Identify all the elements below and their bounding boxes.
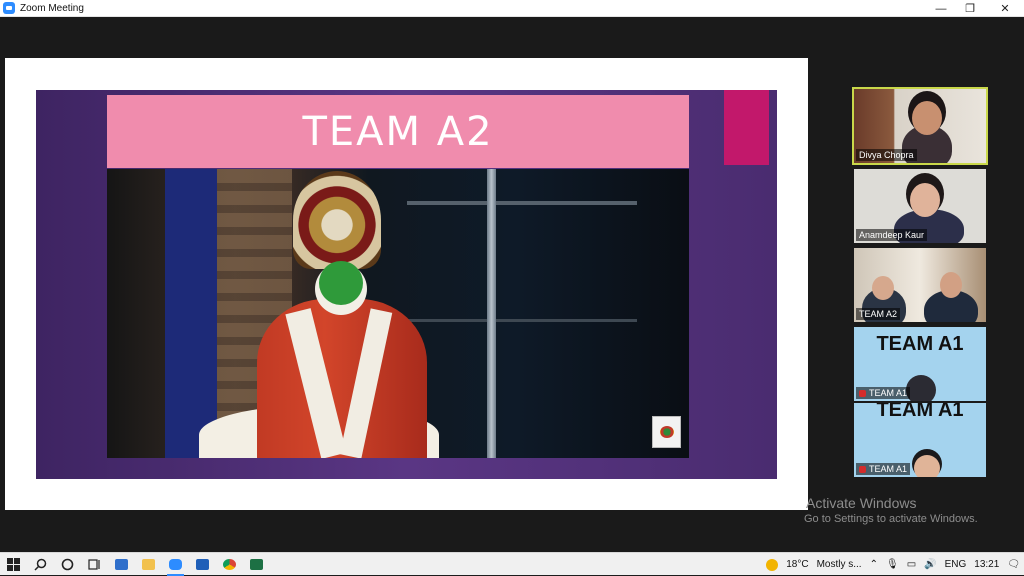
photo-column bbox=[487, 169, 496, 458]
close-button[interactable]: ✕ bbox=[988, 0, 1022, 17]
participant-face bbox=[912, 101, 942, 135]
task-view-icon[interactable] bbox=[81, 553, 108, 576]
participant-face bbox=[910, 183, 940, 217]
photo-logo-badge bbox=[652, 416, 681, 448]
participant-tile-team-a1-2[interactable]: TEAM A1 TEAM A1 bbox=[854, 403, 986, 477]
participant-tile-anamdeep-kaur[interactable]: Anamdeep Kaur bbox=[854, 169, 986, 243]
window-titlebar: Zoom Meeting — ❐ ✕ bbox=[0, 0, 1024, 17]
zoom-icon[interactable] bbox=[162, 553, 189, 576]
dancer-headdress bbox=[293, 171, 381, 269]
team-video-label: TEAM A1 bbox=[876, 403, 964, 421]
participant-face bbox=[872, 276, 894, 300]
photo-beam bbox=[407, 201, 637, 205]
slide-accent-bar bbox=[724, 90, 769, 165]
store-icon[interactable] bbox=[108, 553, 135, 576]
participant-name: TEAM A2 bbox=[856, 308, 901, 320]
chrome-icon[interactable] bbox=[216, 553, 243, 576]
weather-description[interactable]: Mostly s... bbox=[817, 559, 862, 570]
muted-mic-icon bbox=[859, 466, 866, 474]
participant-tile-team-a2[interactable]: TEAM A2 bbox=[854, 248, 986, 322]
chevron-up-icon[interactable]: ⌃ bbox=[870, 559, 878, 570]
excel-icon[interactable] bbox=[243, 553, 270, 576]
zoom-app-icon bbox=[3, 2, 15, 14]
participant-face bbox=[906, 375, 936, 401]
cortana-icon[interactable] bbox=[54, 553, 81, 576]
participant-name: TEAM A1 bbox=[856, 463, 911, 475]
slide-photo bbox=[107, 169, 689, 458]
participant-face bbox=[914, 455, 940, 477]
volume-icon[interactable]: 🔊 bbox=[924, 559, 936, 570]
dancer-face bbox=[319, 261, 363, 305]
clock[interactable]: 13:21 bbox=[974, 559, 999, 570]
file-explorer-icon[interactable] bbox=[135, 553, 162, 576]
windows-taskbar: 18°C Mostly s... ⌃ 🎙 ▭ 🔊 ENG 13:21 🗨 bbox=[0, 552, 1024, 576]
participant-tile-team-a1[interactable]: TEAM A1 TEAM A1 bbox=[854, 327, 986, 401]
participant-name: TEAM A1 bbox=[856, 387, 911, 399]
notifications-icon[interactable]: 🗨 bbox=[1007, 559, 1020, 570]
participant-name: Divya Chopra bbox=[856, 149, 917, 161]
system-tray: 18°C Mostly s... ⌃ 🎙 ▭ 🔊 ENG 13:21 🗨 bbox=[762, 553, 1024, 576]
activate-windows-subtitle: Go to Settings to activate Windows. bbox=[804, 513, 978, 525]
activate-windows-title: Activate Windows bbox=[806, 495, 917, 511]
slide-title-band: TEAM A2 bbox=[107, 95, 689, 168]
weather-temperature[interactable]: 18°C bbox=[786, 559, 808, 570]
meeting-area: TEAM A2 Divya Chopra Anamdeep Kaur TEAM … bbox=[0, 17, 1024, 552]
shared-screen[interactable]: TEAM A2 bbox=[5, 58, 808, 510]
muted-mic-icon bbox=[859, 390, 866, 398]
network-icon[interactable]: ▭ bbox=[907, 559, 916, 570]
microphone-icon[interactable]: 🎙 bbox=[886, 559, 899, 570]
photos-icon[interactable] bbox=[189, 553, 216, 576]
search-icon[interactable] bbox=[27, 553, 54, 576]
presentation-slide: TEAM A2 bbox=[36, 90, 777, 479]
photo-blue-panel bbox=[165, 169, 217, 458]
photo-beam-lower bbox=[407, 319, 637, 322]
language-indicator[interactable]: ENG bbox=[945, 559, 967, 570]
maximize-button[interactable]: ❐ bbox=[953, 0, 987, 17]
participant-tile-divya-chopra[interactable]: Divya Chopra bbox=[852, 87, 988, 165]
participant-name: Anamdeep Kaur bbox=[856, 229, 928, 241]
weather-icon[interactable] bbox=[766, 558, 779, 571]
slide-title: TEAM A2 bbox=[302, 108, 494, 155]
participant-face bbox=[940, 272, 962, 298]
window-title: Zoom Meeting bbox=[20, 2, 84, 14]
team-video-label: TEAM A1 bbox=[876, 333, 964, 355]
windows-start-icon[interactable] bbox=[0, 553, 27, 576]
